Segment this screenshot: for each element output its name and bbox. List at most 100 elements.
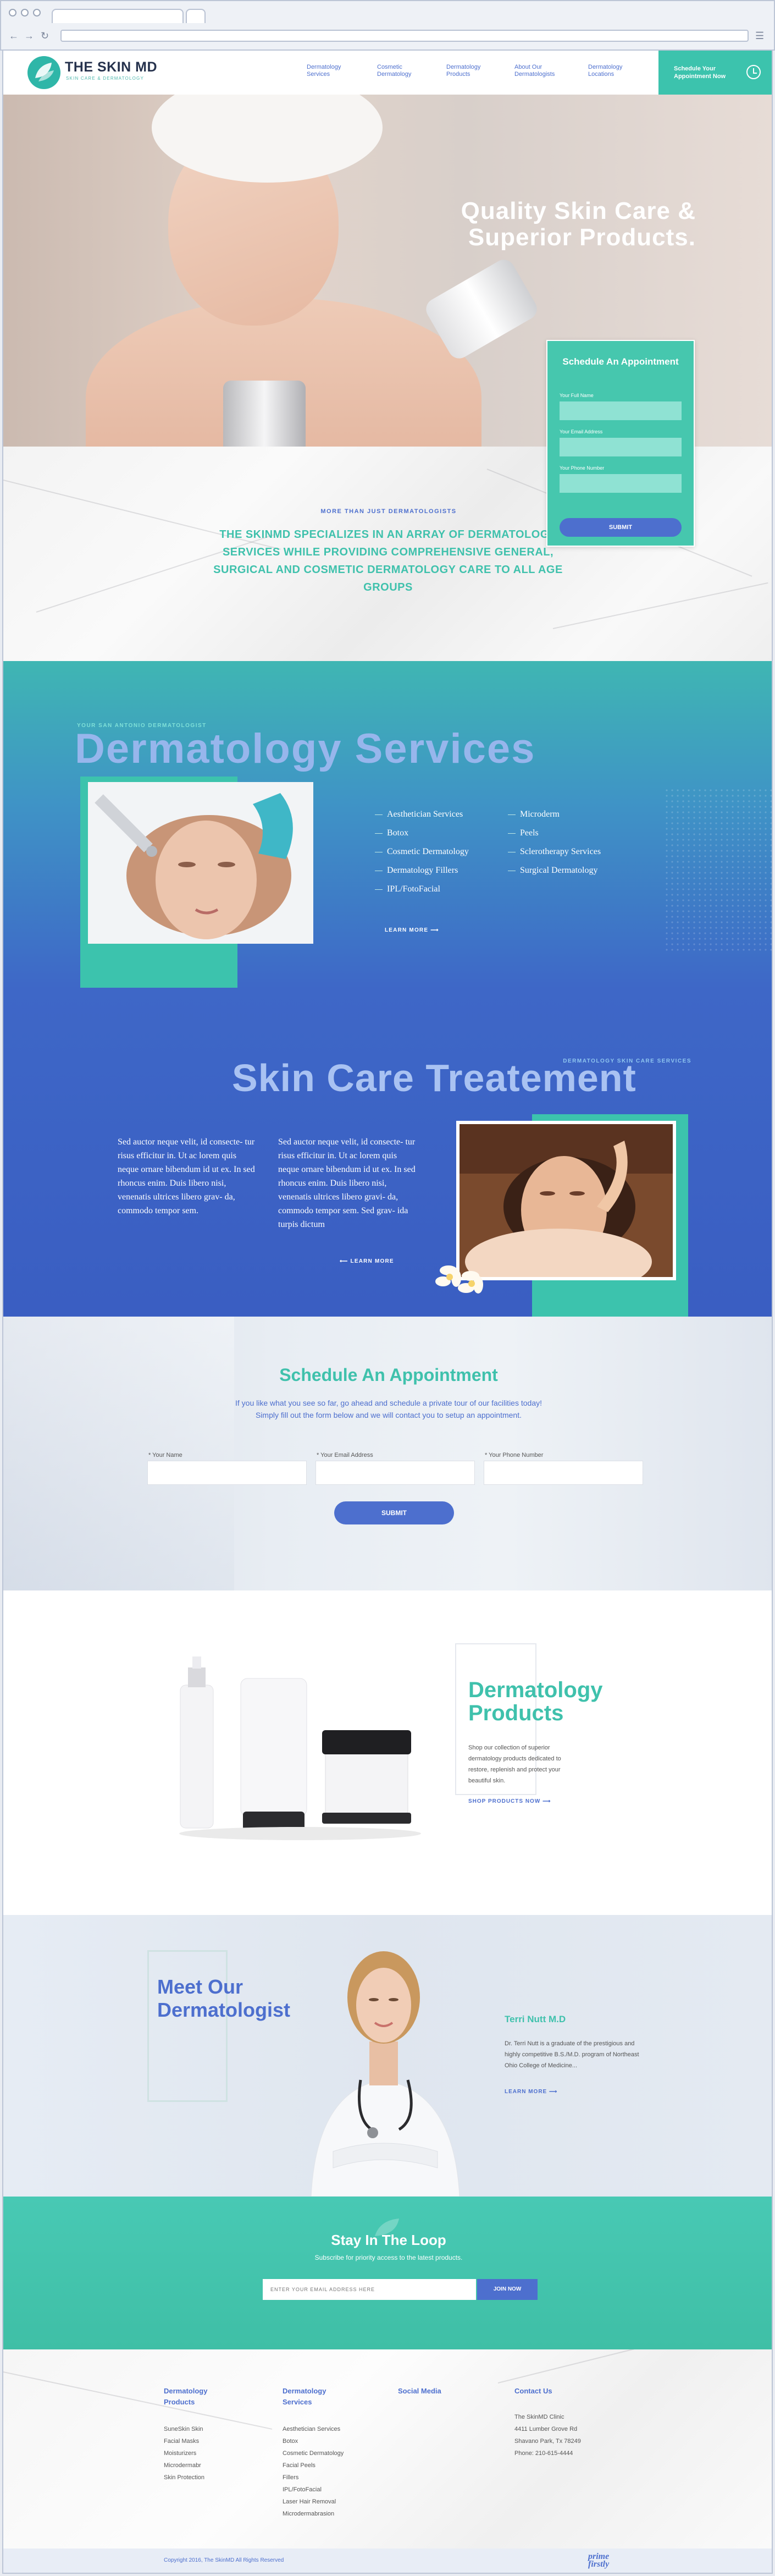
services-learn-more-link[interactable]: LEARN MORE ⟶ <box>385 927 439 933</box>
products-section: Dermatology Products Shop our collection… <box>3 1590 772 1915</box>
schedule-appointment-cta[interactable]: Schedule Your Appointment Now <box>658 51 772 95</box>
window-close-icon[interactable] <box>9 9 16 16</box>
product-bottles-image <box>174 1656 427 1843</box>
footer-link[interactable]: Facial Peels <box>283 2459 315 2472</box>
footer-link[interactable]: Moisturizers <box>164 2447 196 2459</box>
nav-dermatology-services[interactable]: Dermatology Services <box>307 64 362 78</box>
arrow-left-icon: ⟵ <box>340 1258 348 1264</box>
forward-arrow-icon[interactable]: → <box>24 30 34 42</box>
schedule-subtitle: If you like what you see so far, go ahea… <box>3 1397 772 1421</box>
email-label: * Your Email Address <box>317 1452 373 1458</box>
products-title-line: Products <box>468 1701 564 1725</box>
contact-line: 4411 Lumber Grove Rd <box>514 2426 578 2432</box>
footer-link[interactable]: Laser Hair Removal <box>283 2496 336 2508</box>
service-item[interactable]: Peels <box>508 828 641 838</box>
leaf-logo-icon[interactable] <box>27 56 60 89</box>
newsletter-subtitle: Subscribe for priority access to the lat… <box>314 2254 463 2261</box>
nav-label: Products <box>446 71 470 78</box>
skincare-paragraph: Sed auctor neque velit, id consecte- tur… <box>278 1137 416 1229</box>
appointment-submit-button[interactable]: SUBMIT <box>560 518 682 537</box>
email-input[interactable] <box>560 438 682 456</box>
service-item[interactable]: Botox <box>375 828 508 838</box>
footer-link[interactable]: Aesthetician Services <box>283 2423 340 2435</box>
browser-tab-active[interactable] <box>52 9 184 23</box>
footer-heading-line: Dermatology <box>164 2387 208 2395</box>
nav-label: Dermatology <box>307 64 341 70</box>
cta-label: Schedule Your <box>674 65 716 72</box>
schedule-subtitle-line: Simply fill out the form below and we wi… <box>255 1411 522 1419</box>
appointment-form-title: Schedule An Appointment <box>562 356 679 367</box>
email-input[interactable] <box>315 1461 475 1485</box>
nav-label: Dermatology <box>446 64 481 70</box>
dermatologist-photo <box>300 1931 470 2197</box>
footer-link[interactable]: Cosmetic Dermatology <box>283 2447 344 2459</box>
browser-tab-new[interactable] <box>186 9 206 23</box>
browser-chrome: ← → ↻ ☰ <box>0 0 775 51</box>
web-page: THE SKIN MD SKIN CARE & DERMATOLOGY Derm… <box>2 51 773 2574</box>
dermatologist-title-line: Meet Our <box>157 1975 243 1998</box>
hero-title-line: Superior Products. <box>468 224 696 251</box>
nav-dermatology-products[interactable]: Dermatology Products <box>446 64 501 78</box>
shop-products-link[interactable]: SHOP PRODUCTS NOW ⟶ <box>468 1798 551 1804</box>
dot-pattern <box>664 788 772 953</box>
footer-heading-line: Products <box>164 2398 195 2406</box>
phone-input[interactable] <box>560 474 682 493</box>
name-input[interactable] <box>147 1461 307 1485</box>
schedule-submit-button[interactable]: SUBMIT <box>334 1501 454 1524</box>
skincare-learn-more-link[interactable]: ⟵ LEARN MORE <box>340 1258 394 1264</box>
service-item[interactable]: Cosmetic Dermatology <box>375 847 508 857</box>
service-item[interactable]: Surgical Dermatology <box>508 866 641 876</box>
service-item[interactable]: Dermatology Fillers <box>375 866 508 876</box>
clinic-room-backdrop <box>3 1317 234 1590</box>
join-now-button[interactable]: JOIN NOW <box>477 2279 538 2300</box>
back-arrow-icon[interactable]: ← <box>9 30 19 42</box>
footer-link[interactable]: Skin Protection <box>164 2472 204 2484</box>
marble-vein <box>3 2371 273 2430</box>
window-maximize-icon[interactable] <box>33 9 41 16</box>
site-footer: Dermatology Products SuneSkin Skin Facial… <box>3 2349 772 2549</box>
phone-label: Your Phone Number <box>560 465 605 471</box>
copyright-text: Copyright 2016, The SkinMD All Rights Re… <box>164 2557 284 2563</box>
nav-about-dermatologists[interactable]: About Our Dermatologists <box>514 64 569 78</box>
designer-brand-logo[interactable]: prime firstly <box>588 2552 609 2569</box>
footer-heading-social: Social Media <box>398 2387 441 2395</box>
dermatologist-section: Meet Our Dermatologist Terri Nutt M.D Dr… <box>3 1915 772 2197</box>
address-bar[interactable] <box>60 30 749 42</box>
link-label: LEARN MORE <box>505 2089 547 2095</box>
footer-link[interactable]: Botox <box>283 2435 298 2447</box>
service-item[interactable]: Aesthetician Services <box>375 810 508 819</box>
browser-menu-icon[interactable]: ☰ <box>755 30 764 42</box>
marble-vein <box>552 582 768 629</box>
window-minimize-icon[interactable] <box>21 9 29 16</box>
nav-cosmetic-dermatology[interactable]: Cosmetic Dermatology <box>377 64 432 78</box>
newsletter-email-input[interactable] <box>263 2279 476 2300</box>
service-item[interactable]: IPL/FotoFacial <box>375 884 508 894</box>
site-header: THE SKIN MD SKIN CARE & DERMATOLOGY Derm… <box>3 51 772 95</box>
arrow-right-icon: ⟶ <box>430 927 439 933</box>
phone-input[interactable] <box>484 1461 643 1485</box>
footer-link[interactable]: IPL/FotoFacial <box>283 2484 322 2496</box>
hero-title: Quality Skin Care & Superior Products. <box>388 198 696 251</box>
outline-frame <box>147 1950 228 2102</box>
schedule-title: Schedule An Appointment <box>279 1365 498 1385</box>
service-item[interactable]: Sclerotherapy Services <box>508 847 641 857</box>
brand-name[interactable]: THE SKIN MD <box>65 59 157 75</box>
nav-label: Services <box>307 71 330 78</box>
contact-line: Phone: 210-615-4444 <box>514 2450 573 2457</box>
nav-label: Dermatology <box>588 64 623 70</box>
footer-link[interactable]: Fillers <box>283 2472 298 2484</box>
newsletter-title: Stay In The Loop <box>331 2232 446 2248</box>
footer-link[interactable]: Facial Masks <box>164 2435 199 2447</box>
footer-link[interactable]: Microdermabr <box>164 2459 201 2472</box>
arrow-right-icon: ⟶ <box>549 2089 558 2095</box>
dermatologist-learn-more-link[interactable]: LEARN MORE ⟶ <box>505 2089 557 2095</box>
nav-dermatology-locations[interactable]: Dermatology Locations <box>588 64 643 78</box>
service-item[interactable]: Microderm <box>508 810 641 819</box>
full-name-input[interactable] <box>560 401 682 420</box>
products-description: Shop our collection of superior dermatol… <box>468 1744 561 1784</box>
footer-link[interactable]: SuneSkin Skin <box>164 2423 203 2435</box>
footer-link[interactable]: Microdermabrasion <box>283 2508 334 2520</box>
footer-heading-contact: Contact Us <box>514 2387 552 2395</box>
reload-icon[interactable]: ↻ <box>41 30 49 42</box>
facial-treatment-photo <box>88 782 313 944</box>
